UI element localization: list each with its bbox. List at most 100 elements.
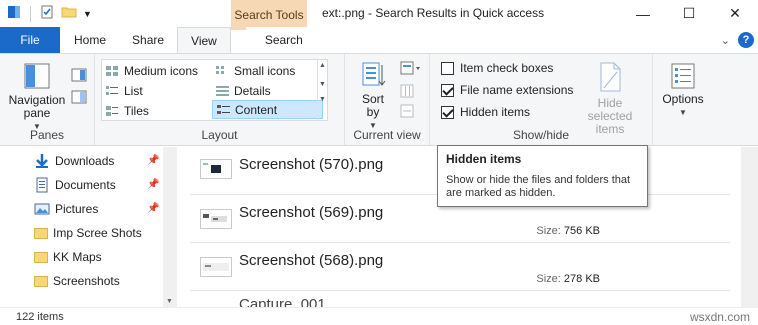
nav-item-imp-scree-shots[interactable]: Imp Scree Shots xyxy=(34,223,142,243)
scroll-down-icon[interactable]: ▼ xyxy=(166,298,173,305)
pin-icon[interactable]: 📌 xyxy=(147,203,159,214)
file-row[interactable]: Screenshot (568).png Size: 278 KB xyxy=(190,243,730,291)
preview-pane-icon[interactable] xyxy=(71,68,87,85)
file-row[interactable]: Capture_001 xyxy=(190,291,730,307)
qat-customize-icon[interactable]: ▼ xyxy=(83,9,92,19)
window-controls: — ☐ ✕ xyxy=(620,0,758,27)
ribbon-right-controls: ⌄ ? xyxy=(721,32,754,48)
layout-small-icons[interactable]: Small icons xyxy=(212,61,322,80)
group-label-current-view: Current view xyxy=(353,128,421,142)
new-folder-icon[interactable] xyxy=(61,4,77,23)
tooltip-body: Show or hide the files and folders that … xyxy=(446,174,631,199)
nav-item-label: Screenshots xyxy=(53,274,120,288)
file-size-label: Size: xyxy=(536,273,561,285)
ribbon-expand-icon[interactable]: ⌄ xyxy=(721,34,730,47)
status-bar: 122 items wsxdn.com xyxy=(0,307,758,325)
layout-gallery: Medium icons Small icons List Details Ti… xyxy=(101,59,328,121)
properties-icon[interactable] xyxy=(39,4,55,23)
group-label-panes: Panes xyxy=(29,128,65,142)
layout-tiles[interactable]: Tiles xyxy=(102,101,210,120)
scroll-up-icon[interactable]: ▲ xyxy=(318,62,327,69)
file-name-extensions-toggle[interactable]: File name extensions xyxy=(441,83,573,97)
content-icon xyxy=(216,104,231,116)
tab-search[interactable]: Search xyxy=(245,27,322,53)
hidden-items-toggle[interactable]: Hidden items xyxy=(441,105,530,119)
nav-item-label: Documents xyxy=(55,178,116,192)
options-label: Options xyxy=(662,92,704,106)
layout-content[interactable]: Content xyxy=(212,100,323,119)
folder-icon xyxy=(34,227,48,239)
window-title: ext:.png - Search Results in Quick acces… xyxy=(322,6,545,20)
group-by-icon[interactable] xyxy=(400,61,422,78)
layout-tiles-label: Tiles xyxy=(124,103,149,118)
layout-gallery-scroll[interactable]: ▲ ▼ ▼ xyxy=(317,60,327,120)
title-bar: ▼ Search Tools ext:.png - Search Results… xyxy=(0,0,758,30)
nav-item-documents[interactable]: Documents xyxy=(34,175,116,195)
explorer-app-icon[interactable] xyxy=(6,4,22,23)
file-name-extensions-checkbox[interactable] xyxy=(441,83,454,97)
layout-list[interactable]: List xyxy=(102,81,210,100)
nav-scrollbar[interactable]: ▼ xyxy=(163,147,177,307)
size-columns-icon[interactable] xyxy=(400,104,422,121)
group-current-view: Sort by ▼ Current view xyxy=(345,54,430,145)
sort-by-label: Sort by xyxy=(361,92,384,119)
hidden-items-checkbox[interactable] xyxy=(441,105,454,119)
group-label-layout: Layout xyxy=(201,128,238,142)
pin-icon[interactable]: 📌 xyxy=(147,155,159,166)
layout-medium-icons[interactable]: Medium icons xyxy=(102,61,210,80)
file-thumbnail xyxy=(200,159,232,179)
options-icon xyxy=(671,63,695,89)
tab-share[interactable]: Share xyxy=(119,27,177,53)
hidden-items-tooltip: Hidden items Show or hide the files and … xyxy=(437,145,648,207)
layout-details[interactable]: Details xyxy=(212,81,322,100)
nav-item-screenshots[interactable]: Screenshots xyxy=(34,271,120,291)
nav-item-kk-maps[interactable]: KK Maps xyxy=(34,247,102,267)
file-name: Screenshot (570).png xyxy=(239,156,384,173)
navigation-pane-button[interactable]: Navigation pane ▼ xyxy=(6,61,68,133)
nav-item-label: KK Maps xyxy=(53,250,102,264)
details-pane-icon[interactable] xyxy=(71,90,87,107)
file-thumbnail xyxy=(200,209,232,229)
sort-by-button[interactable]: Sort by ▼ xyxy=(355,60,391,132)
qat-separator xyxy=(30,5,31,22)
hide-selected-items-icon xyxy=(600,62,621,92)
folder-icon xyxy=(34,275,48,287)
layout-medium-icons-label: Medium icons xyxy=(124,63,199,78)
tab-file[interactable]: File xyxy=(0,27,60,53)
file-size-label: Size: xyxy=(536,225,561,237)
tab-home[interactable]: Home xyxy=(60,27,119,53)
add-columns-icon[interactable] xyxy=(400,84,422,101)
tooltip-title: Hidden items xyxy=(446,152,522,166)
gallery-more-icon[interactable]: ▼ xyxy=(318,96,327,103)
minimize-button[interactable]: — xyxy=(620,0,666,27)
small-icons-icon xyxy=(215,65,230,77)
close-button[interactable]: ✕ xyxy=(712,0,758,27)
group-panes: Navigation pane ▼ Panes xyxy=(0,54,95,145)
search-tools-context-label: Search Tools xyxy=(231,0,307,30)
file-size-value: 278 KB xyxy=(563,273,600,285)
navigation-pane-icon xyxy=(24,63,50,89)
file-list-scrollbar[interactable] xyxy=(741,147,758,307)
nav-item-downloads[interactable]: Downloads xyxy=(34,151,114,171)
pin-icon[interactable]: 📌 xyxy=(147,179,159,190)
nav-item-pictures[interactable]: Pictures xyxy=(34,199,98,219)
file-name: Screenshot (569).png xyxy=(239,204,384,221)
scroll-down-icon[interactable]: ▼ xyxy=(318,81,327,88)
hide-selected-items-button[interactable]: Hide selected items xyxy=(573,60,647,136)
item-check-boxes-checkbox[interactable] xyxy=(441,61,454,75)
maximize-button[interactable]: ☐ xyxy=(666,0,712,27)
help-icon[interactable]: ? xyxy=(738,32,754,48)
options-button[interactable]: Options ▼ xyxy=(657,62,709,119)
navigation-pane-label: Navigation pane xyxy=(8,93,66,120)
item-check-boxes-toggle[interactable]: Item check boxes xyxy=(441,61,553,75)
ribbon-tabs: File Home Share View Search ⌄ ? xyxy=(0,27,758,53)
folder-icon xyxy=(34,251,48,263)
tiles-icon xyxy=(105,105,120,117)
file-size-value: 756 KB xyxy=(563,225,600,237)
layout-small-icons-label: Small icons xyxy=(234,63,296,78)
navigation-pane: Downloads 📌 Documents 📌 Pictures 📌 Imp S… xyxy=(0,147,177,307)
tab-view[interactable]: View xyxy=(177,27,231,53)
file-name-extensions-label: File name extensions xyxy=(460,83,574,97)
details-icon xyxy=(215,85,230,97)
watermark: wsxdn.com xyxy=(689,310,750,324)
